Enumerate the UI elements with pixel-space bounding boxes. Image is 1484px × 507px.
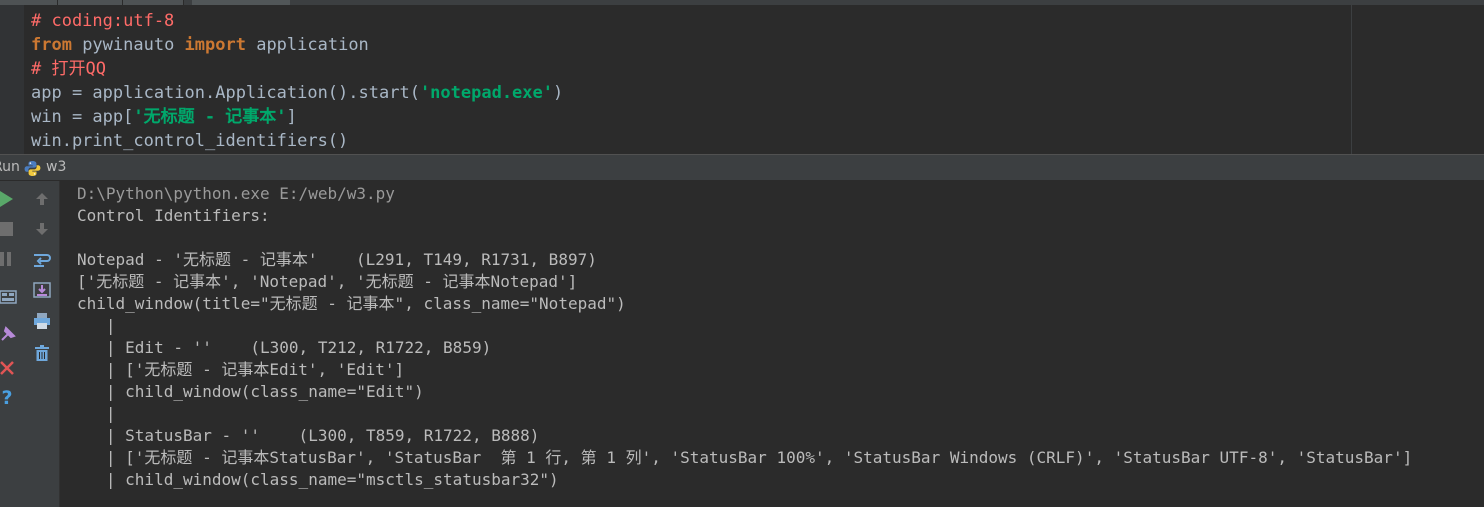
code-token: '无标题 - 记事本': [133, 107, 287, 127]
console-output[interactable]: D:\Python\python.exe E:/web/w3.py Contro…: [60, 181, 1484, 507]
code-token: ): [553, 83, 564, 103]
console-line: | ['无标题 - 记事本Edit', 'Edit']: [77, 360, 405, 379]
code-line: win.print_control_identifiers(): [31, 129, 348, 153]
editor-gutter: [0, 5, 24, 154]
code-line: # coding:utf-8: [31, 9, 174, 33]
run-config-name[interactable]: w3: [46, 159, 66, 175]
help-button[interactable]: ?: [0, 387, 17, 409]
print-button[interactable]: [32, 311, 52, 331]
trash-icon: [35, 345, 49, 361]
console-line: Notepad - '无标题 - 记事本' (L291, T149, R1731…: [77, 250, 597, 269]
run-icon: [0, 191, 13, 207]
console-line: | child_window(class_name="msctls_status…: [77, 470, 559, 489]
console-line: |: [77, 316, 116, 335]
editor-tab[interactable]: [123, 0, 183, 5]
stop-icon: [0, 222, 13, 236]
code-token: # 打开QQ: [31, 59, 106, 79]
pin-icon: [1, 326, 16, 341]
console-line: Control Identifiers:: [77, 206, 270, 225]
console-line: | child_window(class_name="Edit"): [77, 382, 424, 401]
scroll-down-button[interactable]: [32, 219, 52, 239]
arrow-down-icon: [36, 223, 48, 235]
code-line: # 打开QQ: [31, 57, 106, 81]
scroll-to-end-icon: [33, 282, 51, 298]
run-tab-label[interactable]: Run: [0, 159, 20, 175]
python-icon: [24, 160, 41, 177]
pause-button[interactable]: [0, 249, 16, 269]
clear-all-button[interactable]: [32, 343, 52, 363]
code-token: application: [245, 35, 369, 55]
editor-tab-strip: [0, 0, 1484, 5]
editor-tab[interactable]: [58, 0, 122, 5]
code-line: win = app['无标题 - 记事本']: [31, 105, 297, 129]
tab-separator: [183, 0, 184, 5]
code-token: 'notepad.exe': [419, 83, 553, 103]
scroll-up-button[interactable]: [32, 189, 52, 209]
print-icon: [34, 313, 50, 329]
console-line: |: [77, 404, 116, 423]
code-token: pywinauto: [71, 35, 185, 55]
console-line: child_window(title="无标题 - 记事本", class_na…: [77, 294, 626, 313]
run-tool-header: Run w3: [0, 154, 1484, 181]
layout-icon: [0, 290, 17, 304]
code-line: app = application.Application().start('n…: [31, 81, 563, 105]
layout-button[interactable]: [0, 287, 18, 307]
soft-wrap-button[interactable]: [32, 250, 52, 270]
pause-icon: [0, 252, 11, 266]
run-left-toolbar: ?: [0, 181, 20, 507]
soft-wrap-icon: [34, 254, 51, 267]
code-token: win.print_control_identifiers(): [31, 131, 349, 151]
code-editor[interactable]: # coding:utf-8 from pywinauto import appl…: [0, 0, 1484, 154]
console-line: | StatusBar - '' (L300, T859, R1722, B88…: [77, 426, 540, 445]
console-line: D:\Python\python.exe E:/web/w3.py: [77, 184, 395, 203]
editor-tab-active[interactable]: [192, 0, 290, 5]
close-icon: [0, 361, 14, 375]
console-line: ['无标题 - 记事本', 'Notepad', '无标题 - 记事本Notep…: [77, 272, 578, 291]
pin-button[interactable]: [0, 324, 18, 344]
scroll-to-end-button[interactable]: [32, 280, 52, 300]
arrow-up-icon: [36, 193, 48, 205]
close-button[interactable]: [0, 358, 17, 378]
help-icon: ?: [1, 387, 13, 409]
code-token: from: [31, 35, 72, 55]
console-line: | Edit - '' (L300, T212, R1722, B859): [77, 338, 492, 357]
code-line: from pywinauto import application: [31, 33, 369, 57]
console-toolbar: [20, 181, 60, 507]
code-token: # coding:utf-8: [31, 11, 175, 31]
console-line: | ['无标题 - 记事本StatusBar', 'StatusBar 第 1 …: [77, 448, 1413, 467]
stop-button[interactable]: [0, 219, 16, 239]
run-button[interactable]: [0, 189, 16, 209]
code-token: import: [184, 35, 246, 55]
code-token: ]: [286, 107, 297, 127]
right-margin-guide: [1351, 5, 1352, 154]
code-token: app = application.Application().start(: [31, 83, 420, 103]
code-token: win = app[: [31, 107, 134, 127]
